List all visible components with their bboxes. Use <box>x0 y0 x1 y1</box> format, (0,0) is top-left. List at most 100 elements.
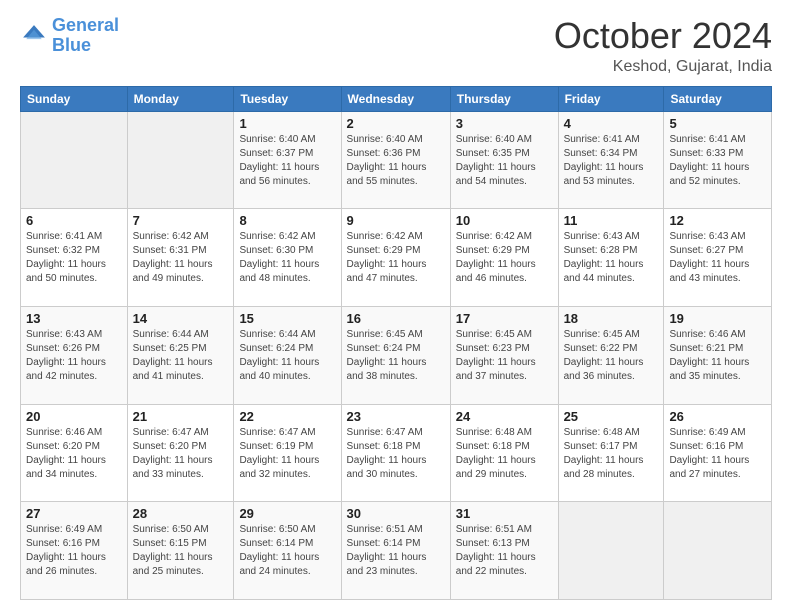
day-number: 8 <box>239 213 335 228</box>
calendar-cell: 23Sunrise: 6:47 AMSunset: 6:18 PMDayligh… <box>341 404 450 502</box>
calendar-cell: 14 Sunrise: 6:44 AMSunset: 6:25 PMDayligh… <box>127 306 234 404</box>
day-info: Sunrise: 6:43 AMSunset: 6:26 PMDaylight:… <box>26 328 122 384</box>
day-number: 30 <box>347 506 445 521</box>
weekday-header-tuesday: Tuesday <box>234 86 341 111</box>
day-info: Sunrise: 6:44 AMSunset: 6:24 PMDaylight:… <box>239 328 335 384</box>
calendar-cell: 6 Sunrise: 6:41 AMSunset: 6:32 PMDaylight… <box>21 209 128 307</box>
day-info: Sunrise: 6:49 AMSunset: 6:16 PMDaylight:… <box>669 426 766 482</box>
day-number: 12 <box>669 213 766 228</box>
day-info: Sunrise: 6:41 AMSunset: 6:34 PMDaylight:… <box>564 133 659 189</box>
calendar-header-row: SundayMondayTuesdayWednesdayThursdayFrid… <box>21 86 772 111</box>
calendar-week-row: 1 Sunrise: 6:40 AMSunset: 6:37 PMDaylight… <box>21 111 772 209</box>
day-info: Sunrise: 6:42 AMSunset: 6:29 PMDaylight:… <box>456 230 553 286</box>
calendar-cell: 2 Sunrise: 6:40 AMSunset: 6:36 PMDaylight… <box>341 111 450 209</box>
day-number: 14 <box>133 311 229 326</box>
day-number: 19 <box>669 311 766 326</box>
day-info: Sunrise: 6:40 AMSunset: 6:35 PMDaylight:… <box>456 133 553 189</box>
calendar-week-row: 20 Sunrise: 6:46 AMSunset: 6:20 PMDayligh… <box>21 404 772 502</box>
logo: General Blue <box>20 16 119 56</box>
day-info: Sunrise: 6:44 AMSunset: 6:25 PMDaylight:… <box>133 328 229 384</box>
day-info: Sunrise: 6:50 AMSunset: 6:14 PMDaylight:… <box>239 523 335 579</box>
day-number: 27 <box>26 506 122 521</box>
calendar-table: SundayMondayTuesdayWednesdayThursdayFrid… <box>20 86 772 600</box>
location: Keshod, Gujarat, India <box>554 58 772 76</box>
day-number: 11 <box>564 213 659 228</box>
calendar-cell: 3 Sunrise: 6:40 AMSunset: 6:35 PMDaylight… <box>450 111 558 209</box>
calendar-cell: 27 Sunrise: 6:49 AMSunset: 6:16 PMDayligh… <box>21 502 128 600</box>
day-number: 15 <box>239 311 335 326</box>
calendar-cell: 25 Sunrise: 6:48 AMSunset: 6:17 PMDayligh… <box>558 404 664 502</box>
calendar-cell: 26Sunrise: 6:49 AMSunset: 6:16 PMDayligh… <box>664 404 772 502</box>
day-number: 5 <box>669 116 766 131</box>
calendar-cell: 7Sunrise: 6:42 AMSunset: 6:31 PMDaylight… <box>127 209 234 307</box>
calendar-cell: 30 Sunrise: 6:51 AMSunset: 6:14 PMDayligh… <box>341 502 450 600</box>
day-info: Sunrise: 6:48 AMSunset: 6:17 PMDaylight:… <box>564 426 659 482</box>
day-info: Sunrise: 6:48 AMSunset: 6:18 PMDaylight:… <box>456 426 553 482</box>
day-number: 3 <box>456 116 553 131</box>
day-number: 24 <box>456 409 553 424</box>
day-info: Sunrise: 6:46 AMSunset: 6:20 PMDaylight:… <box>26 426 122 482</box>
calendar-cell: 16 Sunrise: 6:45 AMSunset: 6:24 PMDayligh… <box>341 306 450 404</box>
day-info: Sunrise: 6:47 AMSunset: 6:18 PMDaylight:… <box>347 426 445 482</box>
day-info: Sunrise: 6:51 AMSunset: 6:14 PMDaylight:… <box>347 523 445 579</box>
day-number: 25 <box>564 409 659 424</box>
calendar-cell: 29Sunrise: 6:50 AMSunset: 6:14 PMDayligh… <box>234 502 341 600</box>
weekday-header-friday: Friday <box>558 86 664 111</box>
page: General Blue October 2024 Keshod, Gujara… <box>0 0 792 612</box>
weekday-header-sunday: Sunday <box>21 86 128 111</box>
calendar-week-row: 6 Sunrise: 6:41 AMSunset: 6:32 PMDaylight… <box>21 209 772 307</box>
day-number: 13 <box>26 311 122 326</box>
weekday-header-wednesday: Wednesday <box>341 86 450 111</box>
day-number: 16 <box>347 311 445 326</box>
logo-line1: General <box>52 15 119 35</box>
day-number: 6 <box>26 213 122 228</box>
calendar-week-row: 27 Sunrise: 6:49 AMSunset: 6:16 PMDayligh… <box>21 502 772 600</box>
day-number: 7 <box>133 213 229 228</box>
day-info: Sunrise: 6:51 AMSunset: 6:13 PMDaylight:… <box>456 523 553 579</box>
calendar-cell: 1 Sunrise: 6:40 AMSunset: 6:37 PMDaylight… <box>234 111 341 209</box>
calendar-cell: 24 Sunrise: 6:48 AMSunset: 6:18 PMDayligh… <box>450 404 558 502</box>
day-info: Sunrise: 6:49 AMSunset: 6:16 PMDaylight:… <box>26 523 122 579</box>
day-number: 22 <box>239 409 335 424</box>
day-info: Sunrise: 6:45 AMSunset: 6:24 PMDaylight:… <box>347 328 445 384</box>
day-number: 18 <box>564 311 659 326</box>
day-number: 20 <box>26 409 122 424</box>
title-block: October 2024 Keshod, Gujarat, India <box>554 16 772 76</box>
calendar-cell: 19Sunrise: 6:46 AMSunset: 6:21 PMDayligh… <box>664 306 772 404</box>
calendar-cell: 13 Sunrise: 6:43 AMSunset: 6:26 PMDayligh… <box>21 306 128 404</box>
weekday-header-saturday: Saturday <box>664 86 772 111</box>
day-info: Sunrise: 6:40 AMSunset: 6:36 PMDaylight:… <box>347 133 445 189</box>
day-info: Sunrise: 6:43 AMSunset: 6:27 PMDaylight:… <box>669 230 766 286</box>
day-number: 2 <box>347 116 445 131</box>
calendar-cell: 15 Sunrise: 6:44 AMSunset: 6:24 PMDayligh… <box>234 306 341 404</box>
logo-text: General Blue <box>52 16 119 56</box>
calendar-cell: 21Sunrise: 6:47 AMSunset: 6:20 PMDayligh… <box>127 404 234 502</box>
calendar-cell: 20 Sunrise: 6:46 AMSunset: 6:20 PMDayligh… <box>21 404 128 502</box>
calendar-cell: 4Sunrise: 6:41 AMSunset: 6:34 PMDaylight… <box>558 111 664 209</box>
calendar-cell: 31Sunrise: 6:51 AMSunset: 6:13 PMDayligh… <box>450 502 558 600</box>
day-info: Sunrise: 6:42 AMSunset: 6:29 PMDaylight:… <box>347 230 445 286</box>
calendar-cell: 9 Sunrise: 6:42 AMSunset: 6:29 PMDaylight… <box>341 209 450 307</box>
weekday-header-monday: Monday <box>127 86 234 111</box>
month-title: October 2024 <box>554 16 772 56</box>
day-info: Sunrise: 6:45 AMSunset: 6:23 PMDaylight:… <box>456 328 553 384</box>
calendar-cell <box>558 502 664 600</box>
day-number: 21 <box>133 409 229 424</box>
day-number: 10 <box>456 213 553 228</box>
day-info: Sunrise: 6:41 AMSunset: 6:32 PMDaylight:… <box>26 230 122 286</box>
day-info: Sunrise: 6:40 AMSunset: 6:37 PMDaylight:… <box>239 133 335 189</box>
calendar-cell: 8Sunrise: 6:42 AMSunset: 6:30 PMDaylight… <box>234 209 341 307</box>
calendar-cell: 11 Sunrise: 6:43 AMSunset: 6:28 PMDayligh… <box>558 209 664 307</box>
day-number: 1 <box>239 116 335 131</box>
logo-line2: Blue <box>52 35 91 55</box>
day-number: 9 <box>347 213 445 228</box>
day-info: Sunrise: 6:43 AMSunset: 6:28 PMDaylight:… <box>564 230 659 286</box>
calendar-cell: 17 Sunrise: 6:45 AMSunset: 6:23 PMDayligh… <box>450 306 558 404</box>
calendar-cell <box>21 111 128 209</box>
calendar-cell: 22 Sunrise: 6:47 AMSunset: 6:19 PMDayligh… <box>234 404 341 502</box>
day-number: 17 <box>456 311 553 326</box>
calendar-cell <box>127 111 234 209</box>
day-info: Sunrise: 6:45 AMSunset: 6:22 PMDaylight:… <box>564 328 659 384</box>
calendar-cell: 12 Sunrise: 6:43 AMSunset: 6:27 PMDayligh… <box>664 209 772 307</box>
day-info: Sunrise: 6:47 AMSunset: 6:19 PMDaylight:… <box>239 426 335 482</box>
